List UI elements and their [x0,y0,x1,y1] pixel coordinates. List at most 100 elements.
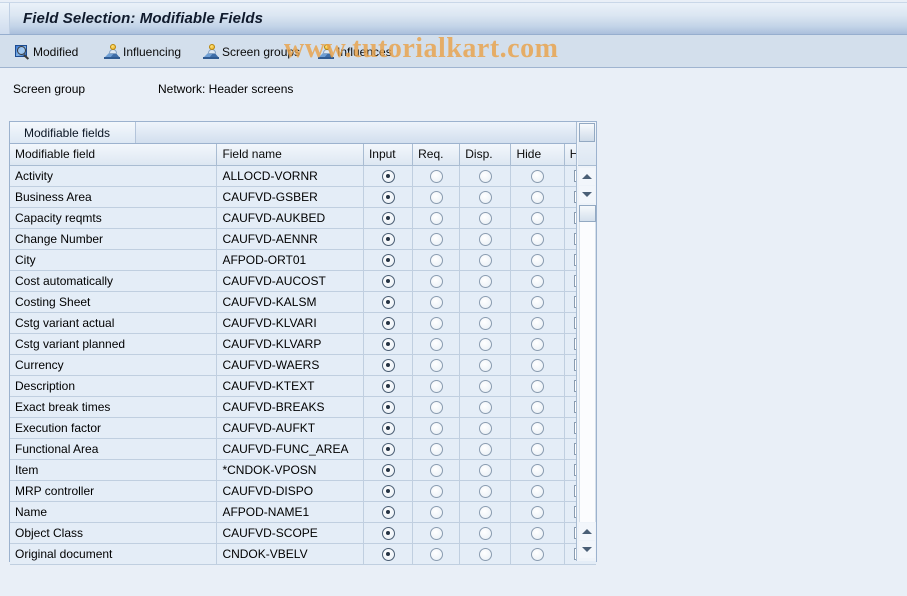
radio-input[interactable] [381,505,395,519]
radio-req[interactable] [429,253,443,267]
scrollbar-corner-box[interactable] [579,123,595,142]
radio-hide[interactable] [531,169,545,183]
radio-hide[interactable] [531,421,545,435]
radio-hide[interactable] [531,547,545,561]
radio-disp[interactable] [478,463,492,477]
cell-disp [459,375,512,397]
table-row: Exact break times CAUFVD-BREAKS [10,396,596,418]
column-header-disp[interactable]: Disp. [459,144,512,166]
radio-req[interactable] [429,232,443,246]
scrollbar-thumb[interactable] [579,205,596,222]
radio-input[interactable] [381,316,395,330]
radio-hide[interactable] [531,400,545,414]
radio-hide[interactable] [531,379,545,393]
radio-hide[interactable] [531,484,545,498]
radio-req[interactable] [429,379,443,393]
radio-disp[interactable] [478,211,492,225]
radio-input[interactable] [381,526,395,540]
radio-req[interactable] [429,274,443,288]
radio-input[interactable] [381,169,395,183]
radio-input[interactable] [381,400,395,414]
radio-req[interactable] [429,211,443,225]
radio-hide[interactable] [531,295,545,309]
radio-hide[interactable] [531,211,545,225]
radio-disp[interactable] [478,400,492,414]
radio-hide[interactable] [531,190,545,204]
radio-disp[interactable] [478,547,492,561]
radio-hide[interactable] [531,337,545,351]
radio-req[interactable] [429,421,443,435]
radio-disp[interactable] [478,232,492,246]
toolbar-button-modified[interactable]: Modified [14,41,78,62]
radio-input[interactable] [381,421,395,435]
radio-hide[interactable] [531,463,545,477]
cell-modifiable-field: Description [10,375,218,397]
radio-input[interactable] [381,232,395,246]
scrollbar-page-down-button[interactable] [579,541,595,558]
radio-req[interactable] [429,400,443,414]
radio-hide[interactable] [531,232,545,246]
scrollbar-down-button[interactable] [579,186,595,203]
radio-disp[interactable] [478,169,492,183]
radio-input[interactable] [381,337,395,351]
radio-req[interactable] [429,526,443,540]
radio-disp[interactable] [478,505,492,519]
radio-req[interactable] [429,358,443,372]
radio-input[interactable] [381,463,395,477]
radio-hide[interactable] [531,274,545,288]
radio-input[interactable] [381,547,395,561]
radio-req[interactable] [429,316,443,330]
radio-req[interactable] [429,295,443,309]
radio-input[interactable] [381,358,395,372]
radio-hide[interactable] [531,358,545,372]
radio-req[interactable] [429,463,443,477]
radio-input[interactable] [381,253,395,267]
radio-req[interactable] [429,169,443,183]
column-header-hide[interactable]: Hide [510,144,565,166]
scrollbar-page-up-button[interactable] [579,523,595,540]
toolbar-button-screen-groups[interactable]: Screen groups [203,41,300,62]
radio-input[interactable] [381,379,395,393]
radio-disp[interactable] [478,379,492,393]
cell-hide [510,375,565,397]
scrollbar-up-button[interactable] [579,168,595,185]
radio-disp[interactable] [478,337,492,351]
radio-disp[interactable] [478,295,492,309]
radio-hide[interactable] [531,505,545,519]
column-header-field-name[interactable]: Field name [216,144,364,166]
radio-disp[interactable] [478,253,492,267]
radio-req[interactable] [429,190,443,204]
radio-input[interactable] [381,295,395,309]
vertical-scrollbar[interactable] [576,122,596,561]
radio-disp[interactable] [478,358,492,372]
radio-req[interactable] [429,337,443,351]
radio-disp[interactable] [478,526,492,540]
radio-input[interactable] [381,442,395,456]
radio-input[interactable] [381,484,395,498]
cell-disp [459,312,512,334]
radio-hide[interactable] [531,442,545,456]
radio-req[interactable] [429,547,443,561]
column-header-req[interactable]: Req. [412,144,461,166]
scrollbar-track[interactable] [579,222,596,522]
column-header-input[interactable]: Input [363,144,414,166]
radio-input[interactable] [381,190,395,204]
radio-hide[interactable] [531,316,545,330]
radio-disp[interactable] [478,274,492,288]
radio-hide[interactable] [531,253,545,267]
toolbar-button-influencing[interactable]: Influencing [104,41,181,62]
cell-field-name: CAUFVD-AUCOST [216,270,364,292]
column-header-modifiable-field[interactable]: Modifiable field [10,144,218,166]
radio-input[interactable] [381,274,395,288]
radio-req[interactable] [429,442,443,456]
radio-disp[interactable] [478,190,492,204]
radio-disp[interactable] [478,421,492,435]
toolbar-button-influences[interactable]: Influences [318,41,392,62]
radio-input[interactable] [381,211,395,225]
radio-disp[interactable] [478,484,492,498]
radio-disp[interactable] [478,316,492,330]
radio-disp[interactable] [478,442,492,456]
radio-req[interactable] [429,484,443,498]
radio-hide[interactable] [531,526,545,540]
radio-req[interactable] [429,505,443,519]
